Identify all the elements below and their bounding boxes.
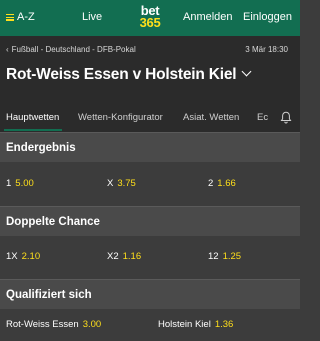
selection-label: Holstein Kiel <box>158 319 211 330</box>
selection-1x[interactable]: 1X 2.10 <box>6 251 40 262</box>
match-header: ‹ Fußball - Deutschland - DFB-Pokal 3 Mär… <box>0 36 300 132</box>
breadcrumb-text: Fußball - Deutschland - DFB-Pokal <box>11 45 136 54</box>
menu-icon <box>6 13 14 21</box>
bet365-logo[interactable]: bet 365 <box>135 4 165 30</box>
selection-price: 1.66 <box>217 178 236 189</box>
selection-draw[interactable]: X 3.75 <box>107 178 136 189</box>
selection-label: 1X <box>6 251 18 262</box>
selection-rot-weiss-essen[interactable]: Rot-Weiss Essen 3.00 <box>6 319 101 330</box>
selection-away[interactable]: 2 1.66 <box>208 178 236 189</box>
selection-price: 5.00 <box>15 178 34 189</box>
selection-price: 3.75 <box>117 178 136 189</box>
active-tab-indicator <box>4 129 62 131</box>
register-link[interactable]: Einloggen <box>243 11 292 23</box>
selection-label: X2 <box>107 251 119 262</box>
selection-price: 1.36 <box>214 319 234 330</box>
market-doppelte-chance: Doppelte Chance 1X 2.10 X2 1.16 12 1.25 <box>0 206 300 279</box>
logo-text-365: 365 <box>139 15 161 30</box>
bell-icon[interactable] <box>280 111 292 124</box>
selection-home[interactable]: 1 5.00 <box>6 178 34 189</box>
tab-hauptwetten[interactable]: Hauptwetten <box>6 112 59 123</box>
market-selections: 1X 2.10 X2 1.16 12 1.25 <box>0 236 300 279</box>
chevron-down-icon <box>241 66 252 77</box>
selection-label: 1 <box>6 178 12 189</box>
selection-label: 12 <box>208 251 219 262</box>
a-z-menu-button[interactable]: A-Z <box>6 11 35 23</box>
market-endergebnis: Endergebnis 1 5.00 X 3.75 2 1.66 <box>0 132 300 206</box>
market-title: Doppelte Chance <box>6 216 100 228</box>
selection-label: 2 <box>208 178 214 189</box>
selection-price: 3.00 <box>82 319 102 330</box>
selection-holstein-kiel[interactable]: Holstein Kiel 1.36 <box>158 319 233 330</box>
market-header[interactable]: Doppelte Chance <box>0 206 300 236</box>
market-header[interactable]: Endergebnis <box>0 132 300 162</box>
market-tabs: Hauptwetten Wetten-Konfigurator Asiat. W… <box>0 104 300 132</box>
selection-label: Rot-Weiss Essen <box>6 319 79 330</box>
breadcrumb[interactable]: ‹ Fußball - Deutschland - DFB-Pokal <box>6 45 136 54</box>
top-navigation-bar: A-Z Live bet 365 Anmelden Einloggen <box>0 0 300 36</box>
market-selections: Rot-Weiss Essen 3.00 Holstein Kiel 1.36 <box>0 309 300 341</box>
selection-x2[interactable]: X2 1.16 <box>107 251 141 262</box>
selection-price: 2.10 <box>21 251 41 262</box>
login-link[interactable]: Anmelden <box>183 11 233 23</box>
a-z-menu-label: A-Z <box>17 11 35 23</box>
market-selections: 1 5.00 X 3.75 2 1.66 <box>0 162 300 206</box>
tab-ec[interactable]: Ec <box>257 112 268 123</box>
chevron-left-icon: ‹ <box>6 45 9 54</box>
match-title[interactable]: Rot-Weiss Essen v Holstein Kiel <box>6 66 252 84</box>
selection-price: 1.25 <box>222 251 242 262</box>
tab-wetten-konfigurator[interactable]: Wetten-Konfigurator <box>78 112 163 123</box>
selection-price: 1.16 <box>122 251 142 262</box>
selection-12[interactable]: 12 1.25 <box>208 251 241 262</box>
selection-label: X <box>107 178 114 189</box>
live-link[interactable]: Live <box>82 11 102 23</box>
match-datetime: 3 Mär 18:30 <box>245 45 288 54</box>
market-title: Qualifiziert sich <box>6 289 92 301</box>
tab-asiat-wetten[interactable]: Asiat. Wetten <box>183 112 239 123</box>
match-title-text: Rot-Weiss Essen v Holstein Kiel <box>6 66 237 83</box>
market-header[interactable]: Qualifiziert sich <box>0 279 300 309</box>
market-qualifiziert-sich: Qualifiziert sich Rot-Weiss Essen 3.00 Ho… <box>0 279 300 341</box>
market-title: Endergebnis <box>6 142 76 154</box>
